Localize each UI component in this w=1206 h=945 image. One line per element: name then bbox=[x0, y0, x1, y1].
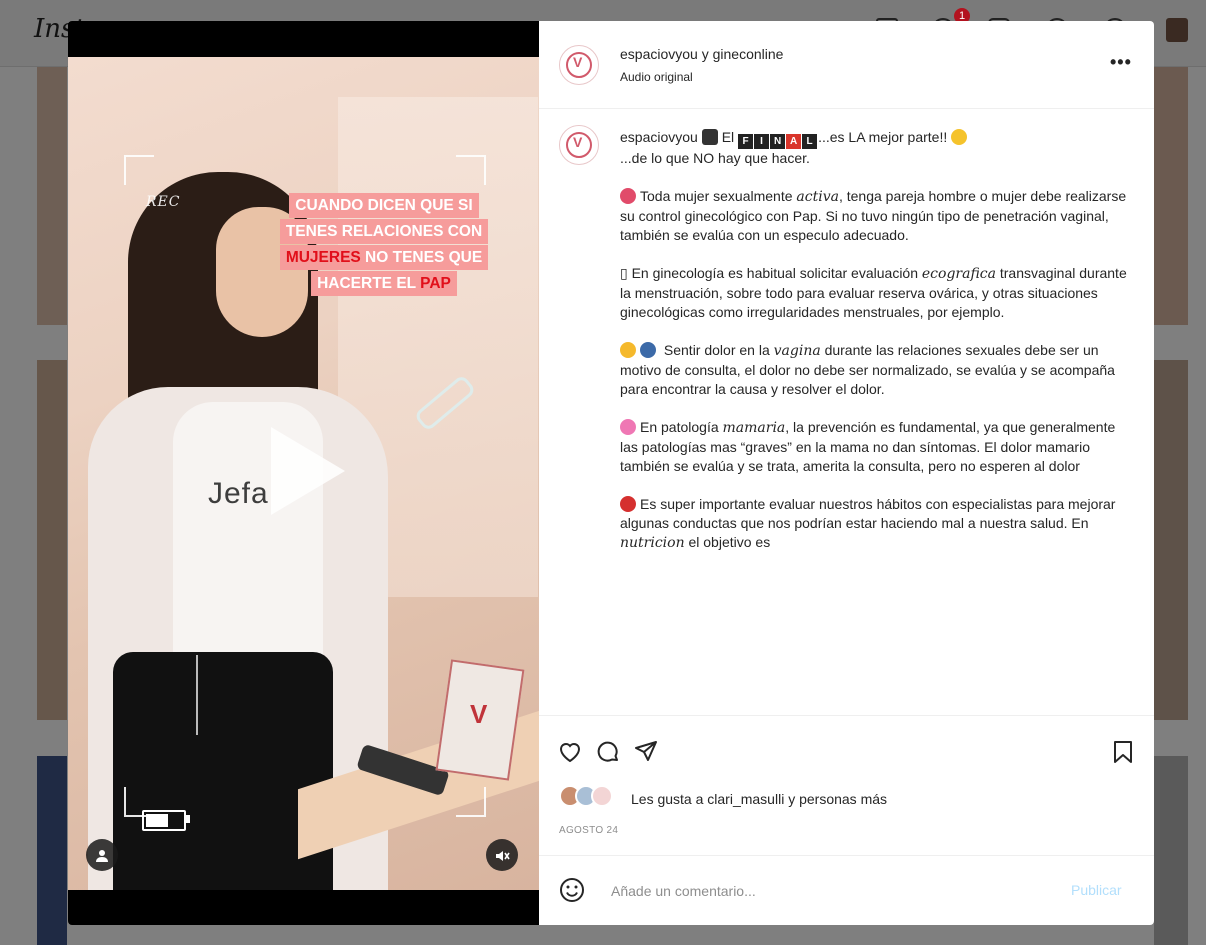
background-grid-tile[interactable] bbox=[1154, 360, 1188, 720]
publish-button[interactable]: Publicar bbox=[1071, 882, 1122, 898]
rec-frame-corner bbox=[456, 787, 486, 817]
likes-summary[interactable]: Les gusta a clari_masulli y personas más bbox=[631, 791, 887, 807]
post-modal: Jefa V REC CUANDO DICEN QUE SI TENES REL… bbox=[68, 21, 1154, 925]
comment-input[interactable] bbox=[609, 878, 1053, 904]
background-grid-tile[interactable] bbox=[37, 756, 67, 945]
like-heart-icon[interactable] bbox=[557, 739, 583, 765]
liker-username[interactable]: clari_masulli bbox=[707, 791, 784, 807]
video-caption-overlay: CUANDO DICEN QUE SI TENES RELACIONES CON… bbox=[258, 193, 510, 297]
caption-username[interactable]: espaciovyou bbox=[620, 129, 698, 145]
share-direct-icon[interactable] bbox=[633, 739, 659, 765]
caption-line: HACERTE EL PAP bbox=[311, 271, 457, 296]
post-header: V espaciovyou y gineconline Audio origin… bbox=[539, 21, 1154, 109]
strawberry-emoji bbox=[620, 496, 636, 512]
video-player[interactable]: Jefa V REC CUANDO DICEN QUE SI TENES REL… bbox=[68, 21, 539, 925]
mute-icon[interactable] bbox=[486, 839, 518, 871]
anguished-face-emoji bbox=[620, 342, 636, 358]
rec-frame-corner bbox=[124, 155, 154, 185]
actions-divider bbox=[539, 715, 1154, 716]
caption-line: MUJERES NO TENES QUE bbox=[279, 245, 489, 270]
caption-scroll-area[interactable]: V espaciovyou El F I N A L ...es LA mejor par… bbox=[539, 109, 1154, 715]
post-date[interactable]: AGOSTO 24 bbox=[559, 825, 618, 836]
profile-avatar[interactable] bbox=[1166, 18, 1188, 42]
laughing-emoji bbox=[951, 129, 968, 145]
background-grid-tile[interactable] bbox=[1154, 67, 1188, 325]
background-grid-tile[interactable] bbox=[37, 67, 67, 325]
shirt-print: Jefa bbox=[208, 477, 269, 510]
post-author-names[interactable]: espaciovyou y gineconline bbox=[620, 46, 783, 62]
author-avatar[interactable]: V bbox=[559, 45, 599, 85]
cherry-blossom-emoji bbox=[620, 419, 636, 435]
final-letter-tiles: FINAL bbox=[738, 129, 818, 149]
rec-label: REC bbox=[146, 194, 181, 210]
post-caption: espaciovyou El F I N A L ...es LA mejor parte… bbox=[620, 129, 1127, 551]
hibiscus-emoji bbox=[620, 188, 636, 204]
background-grid-tile[interactable] bbox=[1154, 756, 1188, 945]
tagged-user-icon[interactable] bbox=[86, 839, 118, 871]
emoji-picker-icon[interactable] bbox=[559, 877, 585, 903]
post-details-panel: V espaciovyou y gineconline Audio origin… bbox=[539, 21, 1154, 925]
caption-line: TENES RELACIONES CON bbox=[279, 219, 489, 244]
caption-author-avatar[interactable]: V bbox=[559, 125, 599, 165]
save-bookmark-icon[interactable] bbox=[1110, 739, 1136, 765]
comment-bar: Publicar bbox=[539, 855, 1154, 925]
more-options-button[interactable]: ••• bbox=[1110, 52, 1132, 73]
comment-icon[interactable] bbox=[595, 739, 621, 765]
battery-icon bbox=[142, 810, 186, 831]
play-icon[interactable] bbox=[271, 427, 345, 515]
background-grid-tile[interactable] bbox=[37, 360, 67, 720]
caption-line: CUANDO DICEN QUE SI bbox=[289, 193, 479, 218]
rec-frame-corner bbox=[456, 155, 486, 185]
audio-original-link[interactable]: Audio original bbox=[620, 70, 693, 84]
movie-camera-emoji bbox=[701, 129, 718, 145]
wind-face-emoji bbox=[640, 342, 656, 358]
liker-avatar[interactable] bbox=[591, 785, 613, 807]
